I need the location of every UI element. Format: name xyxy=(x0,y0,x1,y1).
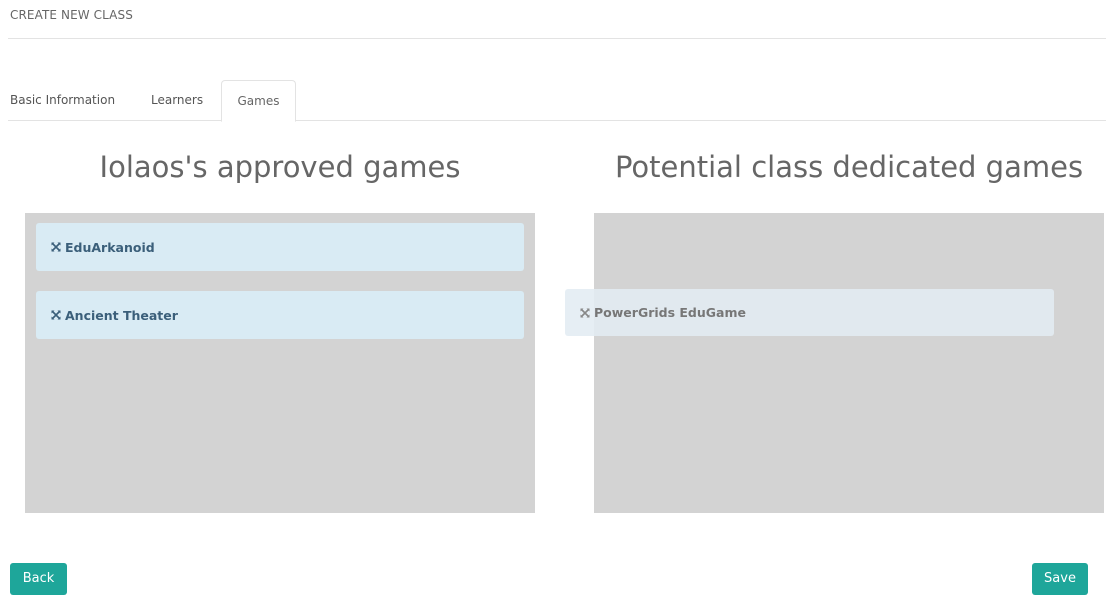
save-button[interactable]: Save xyxy=(1032,563,1088,595)
move-icon xyxy=(50,241,62,253)
page-heading: CREATE NEW CLASS xyxy=(10,8,133,22)
game-card-ancient-theater[interactable]: Ancient Theater xyxy=(36,291,524,339)
game-card-label: PowerGrids EduGame xyxy=(594,305,746,320)
heading-divider xyxy=(8,38,1106,39)
tab-games[interactable]: Games xyxy=(221,80,296,122)
tab-learners[interactable]: Learners xyxy=(151,80,203,120)
dragging-game-card-powergrids[interactable]: PowerGrids EduGame xyxy=(565,289,1054,336)
back-button[interactable]: Back xyxy=(10,563,67,595)
game-card-label: EduArkanoid xyxy=(65,239,155,255)
dedicated-games-title: Potential class dedicated games xyxy=(614,150,1084,184)
tab-basic-information[interactable]: Basic Information xyxy=(10,80,115,120)
move-icon xyxy=(579,307,591,319)
tab-bar: Basic Information Learners Games xyxy=(8,80,1106,122)
approved-games-title: Iolaos's approved games xyxy=(99,150,461,184)
game-card-label: Ancient Theater xyxy=(65,307,178,323)
dedicated-games-dropzone[interactable] xyxy=(594,213,1104,513)
game-card-eduarkanoid[interactable]: EduArkanoid xyxy=(36,223,524,271)
move-icon xyxy=(50,309,62,321)
